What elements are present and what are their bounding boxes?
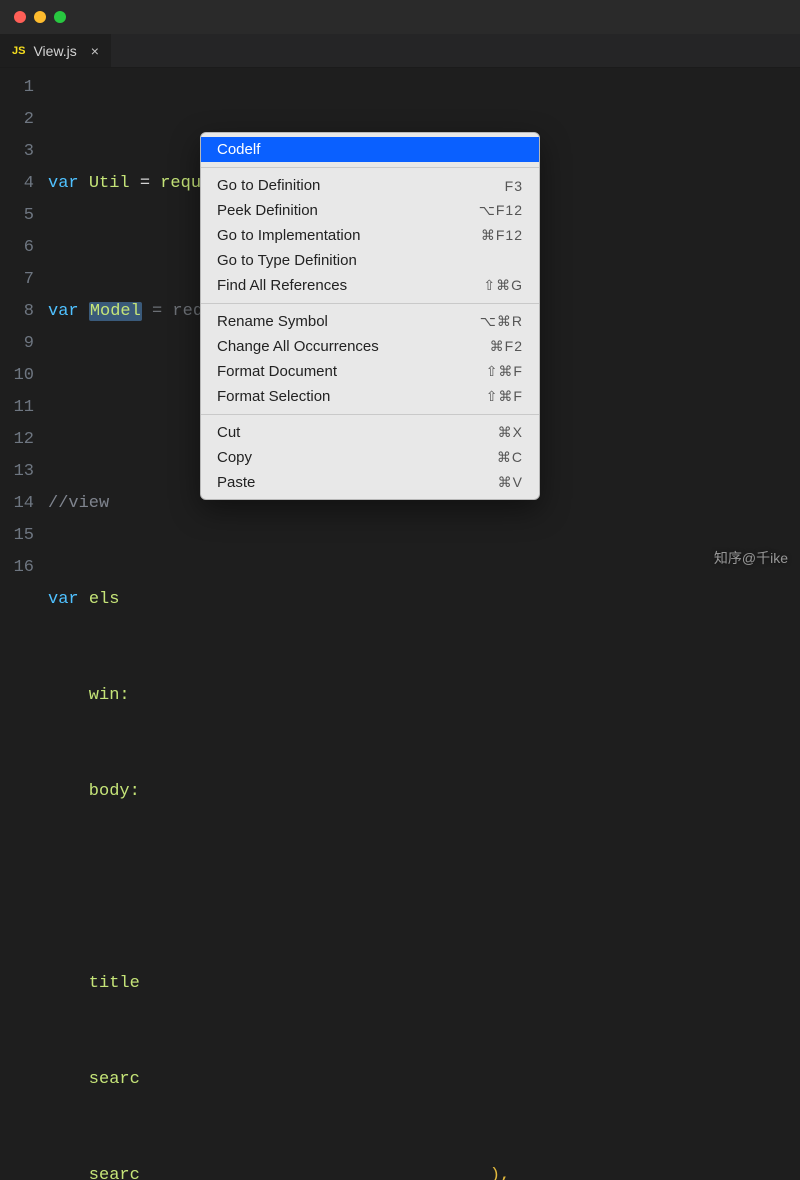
context-menu-shortcut: ⌘X [498, 424, 523, 441]
context-menu-label: Change All Occurrences [217, 338, 379, 355]
context-menu-item[interactable]: Codelf [201, 137, 539, 162]
line-number: 5 [0, 200, 34, 232]
context-menu-item[interactable]: Cut ⌘X [201, 420, 539, 445]
line-number: 3 [0, 136, 34, 168]
context-menu-label: Cut [217, 424, 240, 441]
context-menu-item[interactable]: Go to Definition F3 [201, 173, 539, 198]
code-line[interactable]: body: [48, 776, 800, 808]
tab-close-icon[interactable]: × [91, 43, 99, 59]
context-menu-item[interactable]: Copy ⌘C [201, 445, 539, 470]
context-menu-shortcut: ⌥⌘R [480, 313, 523, 330]
code-line[interactable]: searc [48, 1064, 800, 1096]
window-close-button[interactable] [14, 11, 26, 23]
context-menu-shortcut: ⌘C [497, 449, 523, 466]
context-menu-item[interactable]: Find All References ⇧⌘G [201, 273, 539, 298]
line-number: 9 [0, 328, 34, 360]
context-menu-separator [201, 303, 539, 304]
context-menu-shortcut: F3 [505, 178, 523, 194]
line-number: 7 [0, 264, 34, 296]
line-number: 16 [0, 552, 34, 584]
line-number: 10 [0, 360, 34, 392]
line-number: 1 [0, 72, 34, 104]
context-menu-label: Rename Symbol [217, 313, 328, 330]
context-menu-label: Copy [217, 449, 252, 466]
line-number: 14 [0, 488, 34, 520]
context-menu-shortcut: ⌘F2 [490, 338, 523, 355]
line-number-gutter: 12345678910111213141516 [0, 68, 48, 590]
code-line[interactable]: var els [48, 584, 800, 616]
editor-tabbar: JS View.js × [0, 34, 800, 68]
window-titlebar [0, 0, 800, 34]
context-menu-label: Format Selection [217, 388, 330, 405]
watermark-text: 知序@千ike [714, 548, 788, 568]
context-menu-shortcut: ⇧⌘G [483, 277, 523, 294]
context-menu-shortcut: ⇧⌘F [486, 388, 523, 405]
context-menu-shortcut: ⌘V [498, 474, 523, 491]
line-number: 15 [0, 520, 34, 552]
context-menu-item[interactable]: Go to Implementation ⌘F12 [201, 223, 539, 248]
code-line[interactable]: win: [48, 680, 800, 712]
context-menu-label: Peek Definition [217, 202, 318, 219]
line-number: 4 [0, 168, 34, 200]
line-number: 6 [0, 232, 34, 264]
window-minimize-button[interactable] [34, 11, 46, 23]
code-line[interactable]: searc), [48, 1160, 800, 1180]
context-menu-shortcut: ⌘F12 [481, 227, 523, 244]
selected-token-model[interactable]: Model [89, 302, 142, 321]
context-menu-shortcut: ⌥F12 [479, 202, 523, 219]
context-menu-item[interactable]: Go to Type Definition [201, 248, 539, 273]
context-menu-label: Paste [217, 474, 255, 491]
context-menu-shortcut: ⇧⌘F [486, 363, 523, 380]
line-number: 2 [0, 104, 34, 136]
context-menu-separator [201, 414, 539, 415]
context-menu-label: Go to Definition [217, 177, 320, 194]
editor-context-menu[interactable]: Codelf Go to Definition F3 Peek Definition ⌥… [200, 132, 540, 500]
context-menu-label: Find All References [217, 277, 347, 294]
context-menu-label: Codelf [217, 141, 260, 158]
context-menu-separator [201, 167, 539, 168]
window-maximize-button[interactable] [54, 11, 66, 23]
context-menu-item[interactable]: Format Document ⇧⌘F [201, 359, 539, 384]
context-menu-label: Go to Type Definition [217, 252, 357, 269]
code-line[interactable] [48, 872, 800, 904]
code-line[interactable]: title [48, 968, 800, 1000]
context-menu-item[interactable]: Paste ⌘V [201, 470, 539, 495]
context-menu-item[interactable]: Format Selection ⇧⌘F [201, 384, 539, 409]
line-number: 8 [0, 296, 34, 328]
line-number: 13 [0, 456, 34, 488]
context-menu-label: Go to Implementation [217, 227, 360, 244]
line-number: 11 [0, 392, 34, 424]
context-menu-item[interactable]: Peek Definition ⌥F12 [201, 198, 539, 223]
line-number: 12 [0, 424, 34, 456]
context-menu-label: Format Document [217, 363, 337, 380]
js-file-icon: JS [12, 45, 25, 57]
tab-view-js[interactable]: JS View.js × [0, 34, 111, 67]
context-menu-item[interactable]: Change All Occurrences ⌘F2 [201, 334, 539, 359]
context-menu-item[interactable]: Rename Symbol ⌥⌘R [201, 309, 539, 334]
tab-title: View.js [33, 43, 76, 59]
